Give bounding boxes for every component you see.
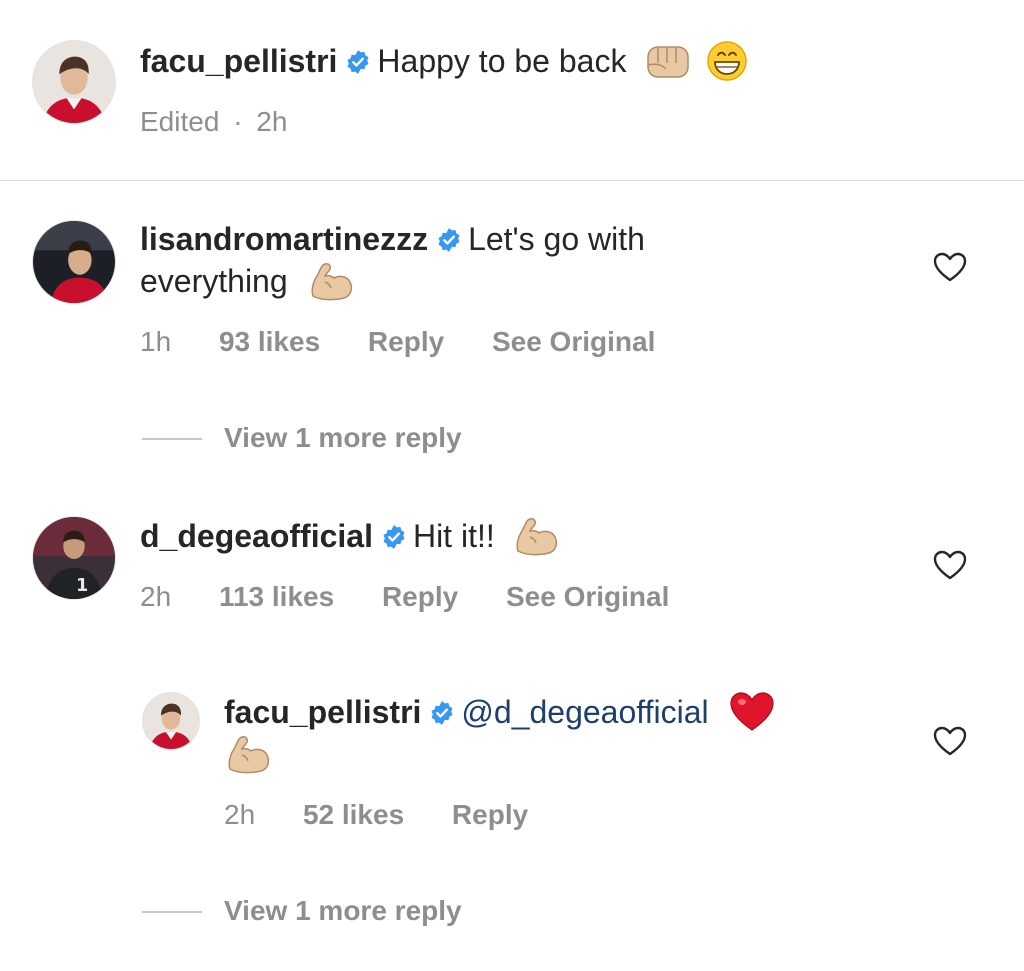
comment-1-likes[interactable]: 93 likes bbox=[219, 324, 320, 360]
comment-1-text-line-2: everything bbox=[140, 263, 288, 299]
comment-2-likes[interactable]: 113 likes bbox=[219, 579, 334, 615]
comment-1-reply-button[interactable]: Reply bbox=[368, 324, 444, 360]
comment-1-username[interactable]: lisandromartinezzz bbox=[140, 221, 428, 257]
comment-1-time: 1h bbox=[140, 326, 172, 357]
flexed-biceps-emoji-icon bbox=[516, 517, 557, 555]
caption-time: 2h bbox=[256, 106, 288, 137]
comment-1-line-2: everything bbox=[140, 261, 353, 305]
avatar-image bbox=[143, 693, 199, 749]
reply-line-2 bbox=[224, 734, 270, 778]
comment-2-see-original-button[interactable]: See Original bbox=[506, 579, 669, 615]
verified-badge-icon bbox=[430, 699, 455, 726]
reply-username[interactable]: facu_pellistri bbox=[224, 694, 421, 730]
reply-reply-button[interactable]: Reply bbox=[452, 797, 528, 833]
comment-2-username[interactable]: d_degeaofficial bbox=[140, 518, 373, 554]
fist-emoji-icon bbox=[647, 45, 690, 78]
avatar-image bbox=[33, 41, 115, 123]
grin-emoji-icon bbox=[707, 40, 747, 81]
comment-2-view-more-replies[interactable]: View 1 more reply bbox=[224, 893, 462, 929]
comment-2-like-heart-icon[interactable] bbox=[933, 550, 967, 580]
view-replies-dash bbox=[142, 911, 202, 913]
avatar-facu-pellistri-reply[interactable] bbox=[142, 692, 200, 750]
caption-divider bbox=[0, 180, 1024, 181]
comment-1-text-line-1: Let's go with bbox=[468, 221, 645, 257]
comment-2-text: Hit it!! bbox=[412, 518, 495, 554]
verified-badge-icon bbox=[382, 523, 406, 550]
svg-text:1: 1 bbox=[76, 576, 88, 596]
reply-mention-link[interactable]: @d_degeaofficial bbox=[461, 694, 708, 730]
flexed-biceps-emoji-icon bbox=[310, 262, 352, 300]
reply-meta: 2h 52 likes Reply bbox=[224, 797, 528, 833]
caption-text: Happy to be back bbox=[377, 43, 627, 79]
reply-likes[interactable]: 52 likes bbox=[303, 797, 404, 833]
comment-1-line-1: lisandromartinezzz Let's go with bbox=[140, 219, 645, 259]
comment-2-meta: 2h 113 likes Reply See Original bbox=[140, 579, 669, 615]
reply-time: 2h bbox=[224, 799, 256, 830]
caption-meta: Edited · 2h bbox=[140, 104, 287, 140]
comment-1-meta: 1h 93 likes Reply See Original bbox=[140, 324, 655, 360]
verified-badge-icon bbox=[346, 48, 371, 75]
avatar-image bbox=[33, 221, 115, 303]
comment-2-time: 2h bbox=[140, 581, 172, 612]
caption-line: facu_pellistri Happy to be back bbox=[140, 40, 748, 85]
comment-1-see-original-button[interactable]: See Original bbox=[492, 324, 655, 360]
red-heart-emoji-icon bbox=[730, 691, 775, 731]
reply-like-heart-icon[interactable] bbox=[933, 726, 967, 756]
comment-2-line: d_degeaofficial Hit it!! bbox=[140, 516, 558, 560]
reply-line-1: facu_pellistri @d_degeaofficial bbox=[224, 691, 775, 736]
comment-1-view-more-replies[interactable]: View 1 more reply bbox=[224, 420, 462, 456]
verified-badge-icon bbox=[437, 226, 461, 253]
flexed-biceps-emoji-icon bbox=[228, 735, 270, 773]
comment-1-like-heart-icon[interactable] bbox=[933, 252, 967, 282]
avatar-lisandromartinezzz[interactable] bbox=[32, 220, 116, 304]
caption-username[interactable]: facu_pellistri bbox=[140, 43, 337, 79]
avatar-d-degeaofficial[interactable]: 1 bbox=[32, 516, 116, 600]
avatar-image: 1 bbox=[33, 517, 115, 599]
view-replies-dash bbox=[142, 438, 202, 440]
comment-2-reply-button[interactable]: Reply bbox=[382, 579, 458, 615]
avatar-facu-pellistri[interactable] bbox=[32, 40, 116, 124]
meta-separator: · bbox=[233, 106, 243, 137]
edited-label: Edited bbox=[140, 106, 220, 137]
